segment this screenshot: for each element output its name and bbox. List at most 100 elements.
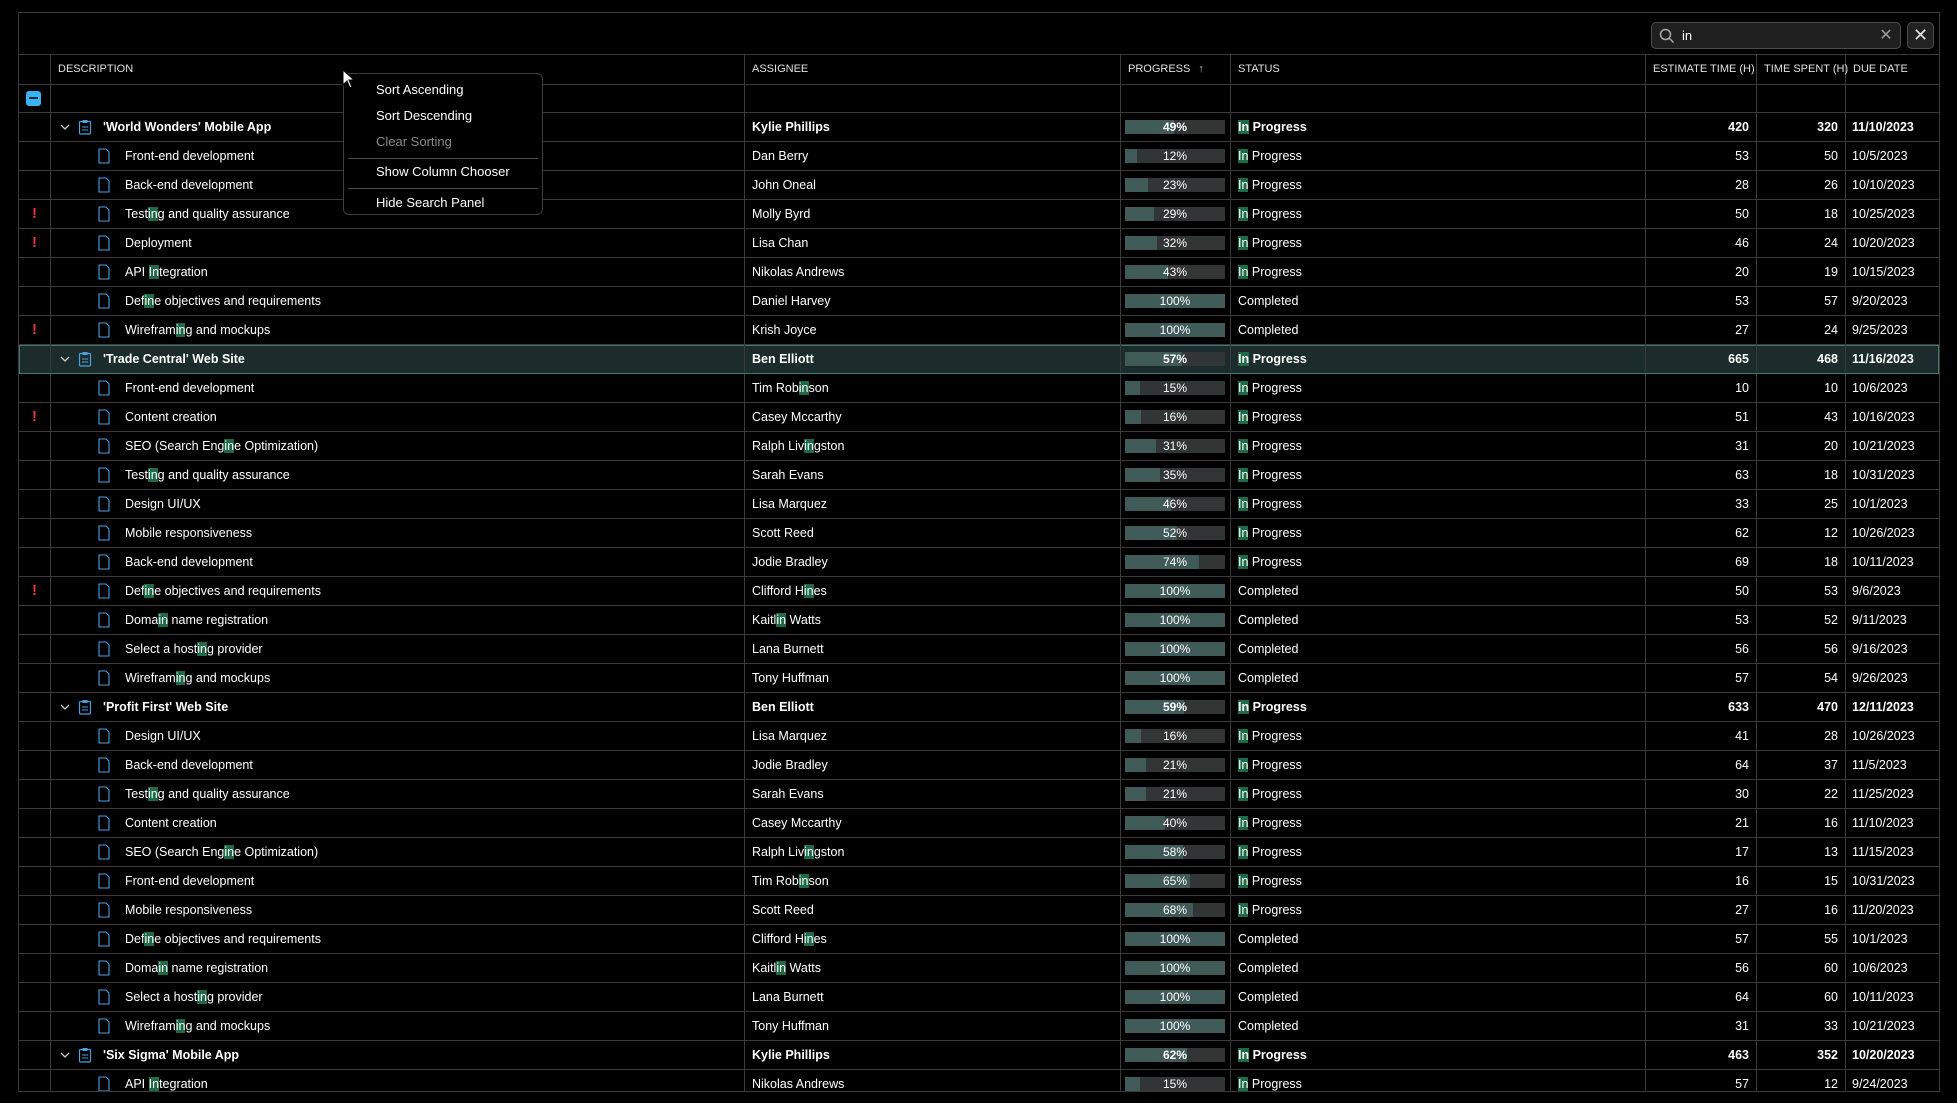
due-date-cell[interactable]: 12/11/2023 bbox=[1846, 693, 1939, 721]
task-row[interactable]: Front-end development Tim Robinson 15% In P… bbox=[19, 374, 1939, 403]
description-cell[interactable]: Content creation bbox=[51, 809, 745, 837]
status-cell[interactable]: In Progress bbox=[1231, 374, 1646, 402]
description-cell[interactable]: 'Trade Central' Web Site bbox=[51, 345, 745, 373]
assignee-cell[interactable]: Nikolas Andrews bbox=[745, 1070, 1121, 1091]
task-row[interactable]: Back-end development Jodie Bradley 21% In P… bbox=[19, 751, 1939, 780]
header-estimate[interactable]: ESTIMATE TIME (H) bbox=[1646, 55, 1757, 84]
assignee-cell[interactable]: Ben Elliott bbox=[745, 345, 1121, 373]
status-cell[interactable]: Completed bbox=[1231, 1012, 1646, 1040]
due-date-cell[interactable]: 9/11/2023 bbox=[1846, 606, 1939, 634]
task-row[interactable]: Content creation Casey Mccarthy 40% In Prog… bbox=[19, 809, 1939, 838]
assignee-cell[interactable]: Ralph Livingston bbox=[745, 838, 1121, 866]
description-cell[interactable]: Content creation bbox=[51, 403, 745, 431]
assignee-cell[interactable]: Molly Byrd bbox=[745, 200, 1121, 228]
status-cell[interactable]: In Progress bbox=[1231, 838, 1646, 866]
estimate-cell[interactable]: 53 bbox=[1646, 606, 1757, 634]
progress-cell[interactable]: 12% bbox=[1121, 142, 1231, 170]
description-cell[interactable]: Mobile responsiveness bbox=[51, 896, 745, 924]
due-date-cell[interactable]: 10/20/2023 bbox=[1846, 1041, 1939, 1069]
progress-cell[interactable]: 16% bbox=[1121, 403, 1231, 431]
estimate-cell[interactable]: 50 bbox=[1646, 577, 1757, 605]
status-cell[interactable]: In Progress bbox=[1231, 171, 1646, 199]
description-cell[interactable]: Wireframing and mockups bbox=[51, 1012, 745, 1040]
estimate-cell[interactable]: 28 bbox=[1646, 171, 1757, 199]
task-row[interactable]: Domain name registration Kaitlin Watts 100… bbox=[19, 954, 1939, 983]
description-cell[interactable]: Design UI/UX bbox=[51, 722, 745, 750]
time-spent-cell[interactable]: 15 bbox=[1757, 867, 1846, 895]
progress-cell[interactable]: 23% bbox=[1121, 171, 1231, 199]
estimate-cell[interactable]: 633 bbox=[1646, 693, 1757, 721]
task-row[interactable]: Back-end development Jodie Bradley 74% In P… bbox=[19, 548, 1939, 577]
description-cell[interactable]: Select a hosting provider bbox=[51, 635, 745, 663]
description-cell[interactable]: API Integration bbox=[51, 258, 745, 286]
status-cell[interactable]: In Progress bbox=[1231, 229, 1646, 257]
progress-cell[interactable]: 62% bbox=[1121, 1041, 1231, 1069]
task-row[interactable]: Design UI/UX Lisa Marquez 46% In Progress 33… bbox=[19, 490, 1939, 519]
status-cell[interactable]: Completed bbox=[1231, 664, 1646, 692]
time-spent-cell[interactable]: 60 bbox=[1757, 954, 1846, 982]
assignee-cell[interactable]: Lana Burnett bbox=[745, 635, 1121, 663]
time-spent-cell[interactable]: 468 bbox=[1757, 345, 1846, 373]
progress-cell[interactable]: 100% bbox=[1121, 954, 1231, 982]
description-cell[interactable]: Define objectives and requirements bbox=[51, 925, 745, 953]
task-row[interactable]: Mobile responsiveness Scott Reed 52% In Pro… bbox=[19, 519, 1939, 548]
time-spent-cell[interactable]: 470 bbox=[1757, 693, 1846, 721]
estimate-cell[interactable]: 64 bbox=[1646, 751, 1757, 779]
due-date-cell[interactable]: 10/11/2023 bbox=[1846, 983, 1939, 1011]
description-cell[interactable]: Back-end development bbox=[51, 751, 745, 779]
estimate-cell[interactable]: 41 bbox=[1646, 722, 1757, 750]
assignee-cell[interactable]: Lisa Chan bbox=[745, 229, 1121, 257]
assignee-cell[interactable]: Kaitlin Watts bbox=[745, 606, 1121, 634]
task-row[interactable]: API Integration Nikolas Andrews 15% In Prog… bbox=[19, 1070, 1939, 1091]
progress-cell[interactable]: 21% bbox=[1121, 780, 1231, 808]
estimate-cell[interactable]: 50 bbox=[1646, 200, 1757, 228]
progress-cell[interactable]: 100% bbox=[1121, 635, 1231, 663]
description-cell[interactable]: 'Six Sigma' Mobile App bbox=[51, 1041, 745, 1069]
status-cell[interactable]: In Progress bbox=[1231, 142, 1646, 170]
due-date-cell[interactable]: 10/15/2023 bbox=[1846, 258, 1939, 286]
task-row[interactable]: SEO (Search Engine Optimization) Ralph Li… bbox=[19, 838, 1939, 867]
due-date-cell[interactable]: 10/25/2023 bbox=[1846, 200, 1939, 228]
description-cell[interactable]: Deployment bbox=[51, 229, 745, 257]
estimate-cell[interactable]: 53 bbox=[1646, 287, 1757, 315]
status-cell[interactable]: In Progress bbox=[1231, 751, 1646, 779]
task-row[interactable]: ! Define objectives and requirements Cliff… bbox=[19, 577, 1939, 606]
progress-cell[interactable]: 65% bbox=[1121, 867, 1231, 895]
time-spent-cell[interactable]: 18 bbox=[1757, 200, 1846, 228]
status-cell[interactable]: In Progress bbox=[1231, 722, 1646, 750]
header-assignee[interactable]: ASSIGNEE bbox=[745, 55, 1121, 84]
description-cell[interactable]: SEO (Search Engine Optimization) bbox=[51, 432, 745, 460]
assignee-cell[interactable]: Tony Huffman bbox=[745, 664, 1121, 692]
progress-cell[interactable]: 29% bbox=[1121, 200, 1231, 228]
estimate-cell[interactable]: 53 bbox=[1646, 142, 1757, 170]
estimate-cell[interactable]: 64 bbox=[1646, 983, 1757, 1011]
due-date-cell[interactable]: 11/15/2023 bbox=[1846, 838, 1939, 866]
due-date-cell[interactable]: 11/10/2023 bbox=[1846, 113, 1939, 141]
time-spent-cell[interactable]: 53 bbox=[1757, 577, 1846, 605]
progress-cell[interactable]: 58% bbox=[1121, 838, 1231, 866]
status-cell[interactable]: In Progress bbox=[1231, 780, 1646, 808]
close-search-panel-button[interactable]: ✕ bbox=[1907, 22, 1934, 49]
assignee-cell[interactable]: Sarah Evans bbox=[745, 461, 1121, 489]
task-row[interactable]: Testing and quality assurance Sarah Evans… bbox=[19, 780, 1939, 809]
due-date-cell[interactable]: 10/11/2023 bbox=[1846, 548, 1939, 576]
description-cell[interactable]: Define objectives and requirements bbox=[51, 577, 745, 605]
description-cell[interactable]: Define objectives and requirements bbox=[51, 287, 745, 315]
status-cell[interactable]: Completed bbox=[1231, 287, 1646, 315]
due-date-cell[interactable]: 10/20/2023 bbox=[1846, 229, 1939, 257]
time-spent-cell[interactable]: 352 bbox=[1757, 1041, 1846, 1069]
progress-cell[interactable]: 74% bbox=[1121, 548, 1231, 576]
group-row[interactable]: 'Profit First' Web Site Ben Elliott 59% In … bbox=[19, 693, 1939, 722]
due-date-cell[interactable]: 10/5/2023 bbox=[1846, 142, 1939, 170]
description-cell[interactable]: Back-end development bbox=[51, 548, 745, 576]
assignee-cell[interactable]: Lisa Marquez bbox=[745, 490, 1121, 518]
due-date-cell[interactable]: 11/5/2023 bbox=[1846, 751, 1939, 779]
task-row[interactable]: Select a hosting provider Lana Burnett 100… bbox=[19, 983, 1939, 1012]
assignee-cell[interactable]: Kaitlin Watts bbox=[745, 954, 1121, 982]
time-spent-cell[interactable]: 16 bbox=[1757, 809, 1846, 837]
status-cell[interactable]: In Progress bbox=[1231, 1041, 1646, 1069]
due-date-cell[interactable]: 10/26/2023 bbox=[1846, 519, 1939, 547]
progress-cell[interactable]: 35% bbox=[1121, 461, 1231, 489]
time-spent-cell[interactable]: 60 bbox=[1757, 983, 1846, 1011]
assignee-cell[interactable]: Kylie Phillips bbox=[745, 113, 1121, 141]
